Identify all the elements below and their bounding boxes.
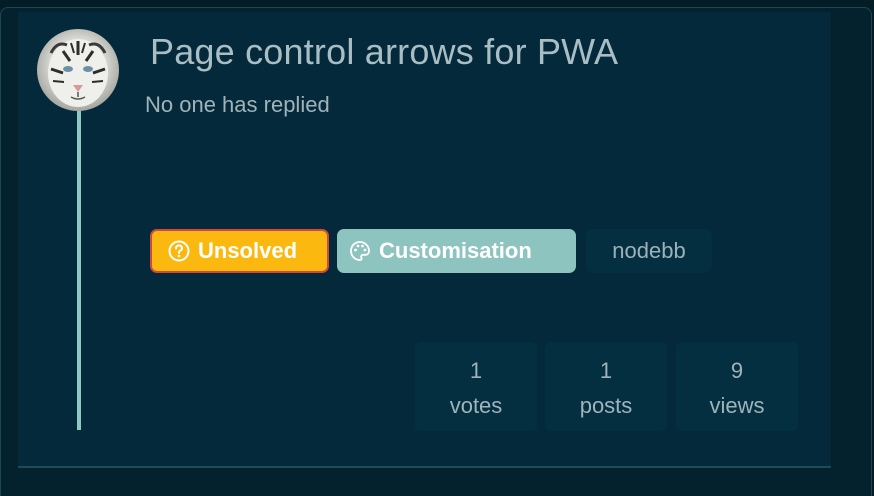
votes-count: 1 [469,358,483,383]
card-divider [18,466,831,468]
category-label: Customisation [379,238,532,263]
posts-label: posts [579,393,633,418]
votes-stat: 1 votes [415,342,537,431]
avatar[interactable] [37,29,119,111]
votes-label: votes [449,393,503,418]
tiger-avatar-image [48,39,108,107]
views-count: 9 [730,358,744,383]
tag-nodebb[interactable]: nodebb [586,229,712,273]
posts-count: 1 [599,358,613,383]
question-circle-icon [168,240,190,262]
views-label: views [709,393,765,418]
tag-label: nodebb [612,238,686,263]
reply-status: No one has replied [145,92,330,117]
unsolved-badge[interactable]: Unsolved [150,229,329,273]
timeline-line [77,111,81,430]
palette-icon [350,241,370,261]
views-stat: 9 views [676,342,798,431]
posts-stat: 1 posts [545,342,667,431]
topic-title[interactable]: Page control arrows for PWA [150,31,618,73]
topic-page: Page control arrows for PWA No one has r… [0,0,874,496]
unsolved-label: Unsolved [198,238,298,263]
category-badge-customisation[interactable]: Customisation [337,229,576,273]
